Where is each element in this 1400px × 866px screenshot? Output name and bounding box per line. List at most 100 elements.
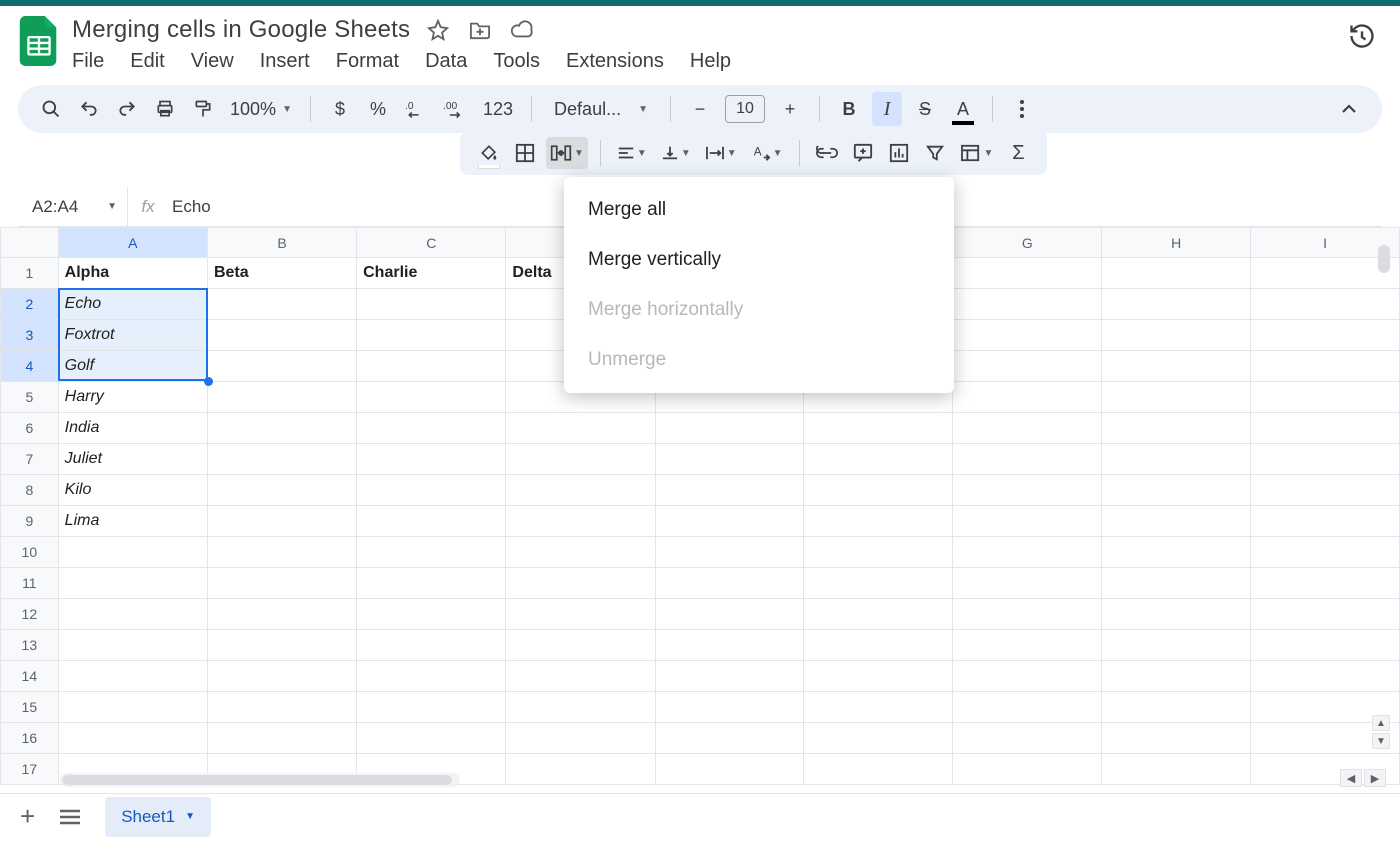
cell[interactable]	[58, 568, 207, 599]
font-family-dropdown[interactable]: Defaul...▼	[546, 99, 656, 120]
toolbar-overflow-icon[interactable]	[1007, 92, 1037, 126]
cell[interactable]	[804, 444, 953, 475]
cell[interactable]	[953, 351, 1102, 382]
cell[interactable]	[506, 475, 655, 506]
italic-button[interactable]: I	[872, 92, 902, 126]
cell[interactable]	[357, 537, 506, 568]
cell[interactable]	[207, 413, 356, 444]
cell[interactable]	[357, 382, 506, 413]
cell[interactable]	[357, 599, 506, 630]
cell[interactable]	[804, 661, 953, 692]
menu-data[interactable]: Data	[425, 50, 467, 73]
menu-item-merge-all[interactable]: Merge all	[564, 185, 954, 235]
cell[interactable]	[207, 289, 356, 320]
cell[interactable]	[357, 289, 506, 320]
cell[interactable]	[953, 630, 1102, 661]
horizontal-align-button[interactable]: ▼	[613, 136, 651, 170]
version-history-icon[interactable]	[1342, 16, 1382, 56]
cell[interactable]	[953, 475, 1102, 506]
cell[interactable]	[506, 661, 655, 692]
cell[interactable]	[357, 351, 506, 382]
cell[interactable]	[1251, 661, 1400, 692]
print-icon[interactable]	[150, 92, 180, 126]
cell[interactable]	[804, 723, 953, 754]
cell[interactable]	[506, 599, 655, 630]
cell[interactable]	[953, 258, 1102, 289]
cell[interactable]	[804, 568, 953, 599]
cell[interactable]: Alpha	[58, 258, 207, 289]
cell[interactable]	[655, 475, 804, 506]
menu-format[interactable]: Format	[336, 50, 399, 73]
vertical-align-button[interactable]: ▼	[657, 136, 695, 170]
vertical-scrollbar[interactable]	[1378, 245, 1390, 273]
cell[interactable]	[1102, 444, 1251, 475]
text-rotation-button[interactable]: A▼	[747, 136, 787, 170]
cell[interactable]	[58, 723, 207, 754]
cell[interactable]	[1102, 692, 1251, 723]
cell[interactable]: Charlie	[357, 258, 506, 289]
cell[interactable]	[58, 630, 207, 661]
cell[interactable]	[953, 692, 1102, 723]
cell[interactable]	[953, 599, 1102, 630]
cell[interactable]	[655, 723, 804, 754]
cell[interactable]	[506, 754, 655, 785]
cell[interactable]	[1102, 351, 1251, 382]
cell[interactable]	[1251, 320, 1400, 351]
row-header[interactable]: 8	[1, 475, 59, 506]
row-header[interactable]: 17	[1, 754, 59, 785]
functions-sigma-icon[interactable]: Σ	[1003, 136, 1033, 170]
add-sheet-button[interactable]: +	[20, 801, 35, 832]
text-color-button[interactable]: A	[948, 92, 978, 126]
cell[interactable]	[953, 661, 1102, 692]
insert-link-icon[interactable]	[812, 136, 842, 170]
cell[interactable]	[58, 661, 207, 692]
insert-chart-icon[interactable]	[884, 136, 914, 170]
sheets-logo[interactable]	[18, 16, 60, 66]
column-header[interactable]: G	[953, 228, 1102, 258]
menu-help[interactable]: Help	[690, 50, 731, 73]
cell[interactable]	[953, 320, 1102, 351]
collapse-toolbar-icon[interactable]	[1334, 92, 1364, 126]
cell[interactable]	[58, 537, 207, 568]
cell[interactable]	[357, 506, 506, 537]
cell[interactable]	[953, 537, 1102, 568]
table-views-icon[interactable]: ▼	[956, 136, 998, 170]
paint-format-icon[interactable]	[188, 92, 218, 126]
cell[interactable]	[953, 754, 1102, 785]
row-header[interactable]: 9	[1, 506, 59, 537]
borders-button[interactable]	[510, 136, 540, 170]
cell[interactable]	[207, 723, 356, 754]
sheet-nav-arrows[interactable]: ◀▶	[1340, 769, 1386, 787]
insert-comment-icon[interactable]	[848, 136, 878, 170]
cell[interactable]	[1251, 413, 1400, 444]
cell[interactable]	[655, 630, 804, 661]
bold-button[interactable]: B	[834, 92, 864, 126]
cell[interactable]	[1102, 568, 1251, 599]
cloud-status-icon[interactable]	[510, 18, 534, 42]
cell[interactable]	[506, 444, 655, 475]
cell[interactable]	[655, 754, 804, 785]
cell[interactable]	[357, 630, 506, 661]
sheet-tab[interactable]: Sheet1▼	[105, 797, 211, 837]
cell[interactable]: Lima	[58, 506, 207, 537]
cell[interactable]	[1102, 723, 1251, 754]
cell[interactable]	[506, 413, 655, 444]
cell[interactable]	[1102, 475, 1251, 506]
currency-button[interactable]: $	[325, 92, 355, 126]
cell[interactable]	[506, 630, 655, 661]
cell[interactable]	[1102, 661, 1251, 692]
menu-tools[interactable]: Tools	[493, 50, 540, 73]
column-header[interactable]: A	[58, 228, 207, 258]
column-header[interactable]: C	[357, 228, 506, 258]
cell[interactable]: Kilo	[58, 475, 207, 506]
merge-cells-dropdown[interactable]: ▼	[546, 137, 588, 169]
cell[interactable]	[804, 692, 953, 723]
column-header[interactable]: H	[1102, 228, 1251, 258]
cell[interactable]	[207, 630, 356, 661]
font-size-decrease[interactable]: −	[685, 92, 715, 126]
cell[interactable]	[1251, 475, 1400, 506]
row-header[interactable]: 2	[1, 289, 59, 320]
cell[interactable]	[207, 320, 356, 351]
cell[interactable]	[1102, 630, 1251, 661]
cell[interactable]: Golf	[58, 351, 207, 382]
